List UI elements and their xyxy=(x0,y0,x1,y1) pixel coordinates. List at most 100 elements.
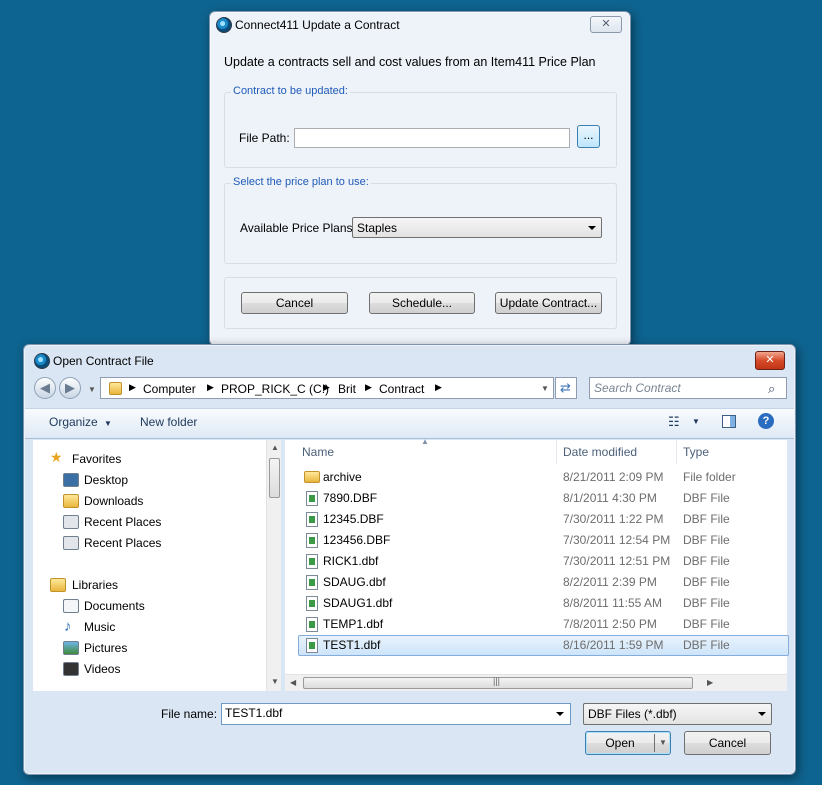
libraries-icon xyxy=(50,578,66,592)
file-type: DBF File xyxy=(683,512,730,526)
chevron-down-icon xyxy=(758,712,766,716)
file-row[interactable]: TEMP1.dbf 7/8/2011 2:50 PM DBF File xyxy=(285,614,787,635)
cancel-button[interactable]: Cancel xyxy=(241,292,348,314)
file-list-hscrollbar[interactable]: ◀ ||| ▶ xyxy=(285,674,787,691)
scroll-up-icon[interactable]: ▲ xyxy=(271,443,279,452)
music-icon: ♪ xyxy=(64,618,72,635)
refresh-button[interactable]: ⇄ xyxy=(555,377,577,399)
new-folder-button[interactable]: New folder xyxy=(140,415,197,429)
breadcrumb-contract[interactable]: Contract xyxy=(379,382,424,396)
arrow-left-icon: ◀ xyxy=(40,380,50,395)
recent-pages-dropdown-icon[interactable]: ▼ xyxy=(88,385,96,394)
back-button[interactable]: ◀ xyxy=(34,377,56,399)
file-name: SDAUG.dbf xyxy=(323,575,386,589)
nav-item-desktop[interactable]: Desktop xyxy=(63,473,128,487)
nav-scroll-thumb[interactable] xyxy=(269,458,280,498)
scroll-left-icon[interactable]: ◀ xyxy=(290,678,296,687)
file-name-input[interactable]: TEST1.dbf xyxy=(221,703,571,725)
file-row-archive[interactable]: archive 8/21/2011 2:09 PM File folder xyxy=(285,467,787,488)
file-row[interactable]: 123456.DBF 7/30/2011 12:54 PM DBF File xyxy=(285,530,787,551)
scroll-down-icon[interactable]: ▼ xyxy=(271,677,279,686)
help-icon[interactable]: ? xyxy=(758,413,774,429)
organize-label: Organize xyxy=(49,415,98,429)
dbf-file-icon xyxy=(306,533,318,548)
nav-item-videos[interactable]: Videos xyxy=(63,662,120,676)
file-type: DBF File xyxy=(683,575,730,589)
open-file-dialog: Open Contract File ✕ ◀ ▶ ▼ ▶ Computer ▶ … xyxy=(23,344,796,775)
open-button[interactable]: Open ▼ xyxy=(585,731,671,755)
update-contract-button[interactable]: Update Contract... xyxy=(495,292,602,314)
breadcrumb-separator-icon: ▶ xyxy=(323,382,330,392)
breadcrumb-separator-icon: ▶ xyxy=(207,382,214,392)
file-date: 7/8/2011 2:50 PM xyxy=(563,617,657,631)
libraries-label: Libraries xyxy=(72,578,119,592)
libraries-header[interactable]: Libraries xyxy=(50,578,118,592)
arrow-right-icon: ▶ xyxy=(65,380,75,395)
column-header-date[interactable]: Date modified xyxy=(557,440,677,464)
file-type-filter-select[interactable]: DBF Files (*.dbf) xyxy=(583,703,772,725)
breadcrumb-drive[interactable]: PROP_RICK_C (C:) xyxy=(221,382,329,396)
nav-item-pictures[interactable]: Pictures xyxy=(63,641,127,655)
breadcrumb-computer[interactable]: Computer xyxy=(143,382,196,396)
file-type: DBF File xyxy=(683,491,730,505)
nav-item-music[interactable]: ♪ Music xyxy=(63,618,115,635)
view-options-icon[interactable]: ☷ xyxy=(668,414,680,430)
scroll-right-icon[interactable]: ▶ xyxy=(707,678,713,687)
open-dialog-close-button[interactable]: ✕ xyxy=(755,351,785,370)
favorites-header[interactable]: ★ Favorites xyxy=(50,449,121,466)
file-row[interactable]: RICK1.dbf 7/30/2011 12:51 PM DBF File xyxy=(285,551,787,572)
file-name: 7890.DBF xyxy=(323,491,378,505)
downloads-icon xyxy=(63,494,79,508)
address-dropdown-icon[interactable]: ▼ xyxy=(541,384,549,393)
star-icon: ★ xyxy=(50,449,63,465)
breadcrumb-brit[interactable]: Brit xyxy=(338,382,356,396)
file-type: File folder xyxy=(683,470,736,484)
search-icon[interactable]: ⌕ xyxy=(768,381,775,397)
nav-scrollbar[interactable]: ▲ ▼ xyxy=(266,440,281,691)
file-type: DBF File xyxy=(683,554,730,568)
open-dialog-titlebar[interactable]: Open Contract File ✕ xyxy=(24,345,795,371)
folder-icon xyxy=(109,382,122,395)
intro-text: Update a contracts sell and cost values … xyxy=(224,55,596,69)
folder-icon xyxy=(304,471,320,483)
file-row[interactable]: 12345.DBF 7/30/2011 1:22 PM DBF File xyxy=(285,509,787,530)
nav-item-label: Desktop xyxy=(84,473,129,487)
file-row-selected[interactable]: TEST1.dbf 8/16/2011 1:59 PM DBF File xyxy=(298,635,789,656)
dbf-file-icon xyxy=(306,596,318,611)
browse-button[interactable]: ... xyxy=(577,125,600,148)
cancel-button[interactable]: Cancel xyxy=(684,731,771,755)
schedule-button[interactable]: Schedule... xyxy=(369,292,475,314)
navigation-pane: ★ Favorites Desktop Downloads Recent Pla… xyxy=(33,440,281,691)
file-path-input[interactable] xyxy=(294,128,570,148)
nav-item-recent-places-2[interactable]: Recent Places xyxy=(63,536,161,550)
address-bar[interactable]: ▶ Computer ▶ PROP_RICK_C (C:) ▶ Brit ▶ C… xyxy=(100,377,554,399)
update-dialog-title: Connect411 Update a Contract xyxy=(235,18,400,32)
chevron-down-icon[interactable]: ▼ xyxy=(659,732,667,754)
recent-places-icon xyxy=(63,515,79,529)
chevron-down-icon[interactable] xyxy=(556,712,564,716)
price-plan-select[interactable]: Staples xyxy=(352,217,602,238)
available-plans-label: Available Price Plans: xyxy=(240,221,356,235)
dbf-file-icon xyxy=(306,554,318,569)
update-dialog-titlebar[interactable]: Connect411 Update a Contract ✕ xyxy=(210,12,630,38)
price-plan-select-value: Staples xyxy=(357,221,398,235)
search-input[interactable]: Search Contract xyxy=(589,377,787,399)
sort-ascending-icon: ▲ xyxy=(421,437,429,446)
file-row[interactable]: 7890.DBF 8/1/2011 4:30 PM DBF File xyxy=(285,488,787,509)
file-row[interactable]: SDAUG1.dbf 8/8/2011 11:55 AM DBF File xyxy=(285,593,787,614)
column-header-type[interactable]: Type xyxy=(677,440,787,464)
organize-menu[interactable]: Organize ▼ xyxy=(49,415,112,429)
preview-pane-icon[interactable] xyxy=(722,415,736,428)
contract-group: Contract to be updated: File Path: ... xyxy=(224,85,617,168)
update-dialog-close-button[interactable]: ✕ xyxy=(590,16,622,33)
nav-item-documents[interactable]: Documents xyxy=(63,599,145,613)
price-plan-group-legend: Select the price plan to use: xyxy=(231,176,371,188)
nav-item-label: Downloads xyxy=(84,494,144,508)
file-row[interactable]: SDAUG.dbf 8/2/2011 2:39 PM DBF File xyxy=(285,572,787,593)
forward-button[interactable]: ▶ xyxy=(59,377,81,399)
chevron-down-icon[interactable]: ▼ xyxy=(692,417,700,426)
nav-item-downloads[interactable]: Downloads xyxy=(63,494,143,508)
desktop-icon xyxy=(63,473,79,487)
pictures-icon xyxy=(63,641,79,655)
nav-item-recent-places[interactable]: Recent Places xyxy=(63,515,161,529)
